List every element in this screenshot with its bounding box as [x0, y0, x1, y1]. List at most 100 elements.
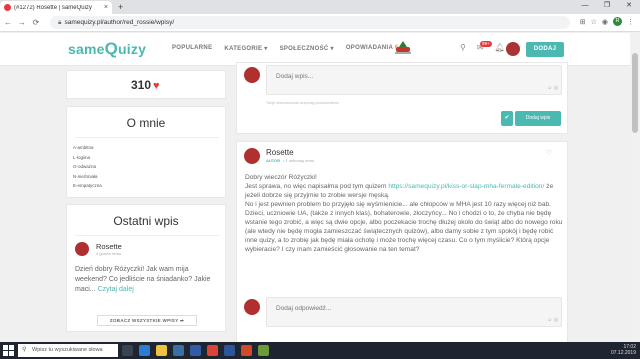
search-icon: ⚲ [22, 347, 27, 353]
logo-same: same [68, 41, 105, 57]
nav-opowiadania[interactable]: OPOWIADANIA 6 [346, 45, 399, 52]
quiz-link[interactable]: https://samequizy.pl/kiss-or-slap-mha-fe… [388, 183, 544, 190]
page-scrollbar[interactable] [630, 33, 640, 342]
logo-rest: uizy [118, 41, 147, 57]
scrollbar-thumb[interactable] [632, 53, 638, 133]
tab-title: (#1272) Rosette | sameQuizy [14, 4, 92, 11]
search-icon[interactable]: ⚲ [460, 43, 466, 52]
composer-actions: ✔ Dodaj wpis [501, 111, 561, 126]
lock-icon: 🔒︎ [58, 19, 62, 26]
main-nav: POPULARNE KATEGORIE ▾ SPOŁECZNOŚĆ ▾ OPOW… [172, 45, 411, 52]
notification-count-badge: 99+ [480, 41, 492, 47]
word-icon[interactable] [224, 345, 235, 356]
about-me-card: O mnie A-ambitna L-logiina O-odważna N-n… [66, 106, 226, 198]
last-post-text: Dzień dobry Różyczki! Jak wam mija weeke… [75, 266, 211, 293]
reply-input[interactable]: Dodaj odpowiedź... [266, 297, 562, 327]
app-icon[interactable] [241, 345, 252, 356]
logo-q: Q [104, 39, 119, 58]
tab-close-icon[interactable]: × [104, 4, 108, 11]
reply-emoji-icons[interactable]: ☺ ◎ [547, 317, 558, 323]
new-post-input[interactable]: Dodaj wpis... [266, 65, 562, 95]
maximize-button[interactable]: ❐ [596, 0, 618, 12]
bookmark-star-icon[interactable]: ☆ [591, 18, 597, 26]
address-bar: ← → ⟳ 🔒︎ samequizy.pl/author/red_rossie/w… [0, 14, 640, 32]
taskbar-search-placeholder: Wpisz tu wyszukiwane słowa [32, 347, 103, 353]
points-score: 310 ♥ [131, 78, 160, 92]
task-view-icon[interactable] [122, 345, 133, 356]
windows-start-icon[interactable] [3, 345, 14, 356]
like-heart-icon[interactable]: ♡ [546, 149, 552, 157]
post-meta: AUTOR • 1 sekundę temu [266, 158, 314, 163]
about-line: N-nieŚmiała [73, 173, 98, 179]
new-tab-button[interactable]: + [118, 2, 123, 12]
avatar[interactable] [244, 299, 260, 315]
christmas-sleigh-icon [395, 41, 411, 54]
user-avatar[interactable] [506, 42, 520, 56]
read-more-link[interactable]: Czytaj dalej [98, 286, 134, 293]
score-value: 310 [131, 78, 152, 92]
last-post-card: Ostatni wpis Rosette 4 godzin temu Dzień… [66, 204, 226, 332]
composer-note: Twoje obserwowania otrzymają powiadomien… [266, 101, 340, 105]
post-card: Rosette AUTOR • 1 sekundę temu ♡ Dobry wi… [236, 141, 568, 343]
taskbar-apps [122, 345, 269, 356]
browser-tab[interactable]: (#1272) Rosette | sameQuizy × [0, 1, 112, 14]
edge-icon[interactable] [139, 345, 150, 356]
avatar[interactable] [244, 67, 260, 83]
add-content-button[interactable]: DODAJ [526, 42, 564, 57]
translate-icon[interactable]: ⊞ [580, 18, 586, 26]
last-post-date: 4 godzin temu [96, 251, 122, 256]
mail-icon[interactable] [190, 345, 201, 356]
notifications-bell-icon[interactable]: 🔔︎ [495, 43, 505, 52]
post-body: Dobry wieczór Różyczki! Jest sprawa, no … [245, 173, 563, 254]
site-logo[interactable]: sameQuizy [68, 39, 146, 59]
post-intro-text: Jest sprawa, no więc napisałma pod tym q… [245, 183, 387, 190]
back-icon[interactable]: ← [2, 18, 14, 27]
store-icon[interactable] [173, 345, 184, 356]
taskbar-search-input[interactable]: ⚲ Wpisz tu wyszukiwane słowa [18, 344, 118, 357]
avatar[interactable] [244, 148, 260, 164]
address-bar-icons: ⊞ ☆ ◉ R ⋮ [580, 17, 634, 26]
reload-icon[interactable]: ⟳ [30, 18, 42, 27]
about-line: L-logiina [73, 154, 91, 160]
divider [75, 137, 219, 138]
new-post-composer: Dodaj wpis... ☺ ◎ Twoje obserwowania otr… [236, 62, 568, 134]
last-post-title: Ostatni wpis [113, 214, 179, 228]
profile-avatar[interactable]: R [613, 17, 622, 26]
nav-opowiadania-label: OPOWIADANIA [345, 45, 393, 51]
about-me-title: O mnie [126, 116, 166, 130]
about-me-text: A-ambitna L-logiina O-odważna N-nieŚmiał… [73, 143, 102, 191]
app-icon[interactable] [258, 345, 269, 356]
check-icon[interactable]: ✔ [501, 111, 513, 126]
windows-taskbar: ⚲ Wpisz tu wyszukiwane słowa 17:02 07.12.… [0, 342, 640, 359]
window-controls: — ❐ ✕ [574, 0, 640, 12]
url-text: samequizy.pl/author/red_rossie/wpisy/ [64, 19, 175, 26]
clock-date: 07.12.2019 [610, 350, 636, 356]
avatar[interactable] [75, 242, 89, 256]
menu-dots-icon[interactable]: ⋮ [627, 18, 634, 26]
nav-kategorie[interactable]: KATEGORIE ▾ [224, 45, 267, 52]
submit-post-button[interactable]: Dodaj wpis [515, 111, 561, 126]
minimize-button[interactable]: — [574, 0, 596, 12]
nav-popularne[interactable]: POPULARNE [172, 45, 212, 52]
see-all-posts-button[interactable]: ZOBACZ WSZYSTKIE WPISY ➡ [97, 315, 197, 326]
post-text: No i jest pewnien problem bo przyjęło si… [245, 201, 563, 253]
close-window-button[interactable]: ✕ [618, 0, 640, 12]
about-line: O-odważna [73, 164, 97, 169]
extension-icon[interactable]: ◉ [602, 18, 608, 26]
chrome-icon[interactable] [207, 345, 218, 356]
composer-emoji-icons[interactable]: ☺ ◎ [547, 85, 558, 91]
about-line: E-empatyczna [73, 183, 102, 188]
url-field[interactable]: 🔒︎ samequizy.pl/author/red_rossie/wpisy/ [50, 16, 570, 29]
last-post-excerpt: Dzień dobry Różyczki! Jak wam mija weeke… [75, 265, 221, 295]
forward-icon[interactable]: → [16, 18, 28, 27]
score-card: 310 ♥ [66, 70, 226, 99]
post-intro: Jest sprawa, no więc napisałma pod tym q… [245, 182, 563, 200]
post-greeting: Dobry wieczór Różyczki! [245, 174, 317, 181]
browser-tab-strip: (#1272) Rosette | sameQuizy × + — ❐ ✕ [0, 0, 640, 14]
divider [75, 235, 219, 236]
last-post-author[interactable]: Rosette [96, 242, 122, 251]
system-tray-clock[interactable]: 17:02 07.12.2019 [611, 344, 636, 356]
nav-spolecznosc[interactable]: SPOŁECZNOŚĆ ▾ [280, 45, 334, 52]
file-explorer-icon[interactable] [156, 345, 167, 356]
post-author[interactable]: Rosette [266, 148, 294, 157]
